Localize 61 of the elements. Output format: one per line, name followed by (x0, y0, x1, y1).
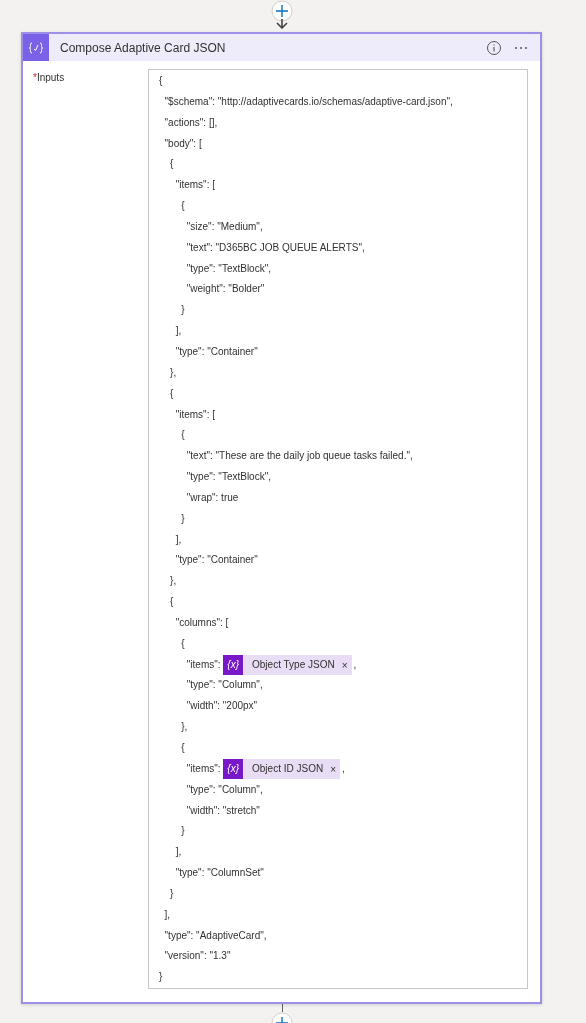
variable-icon: {x} (223, 655, 244, 676)
token-chip[interactable]: {x} Object Type JSON × (223, 655, 352, 676)
code-line: "weight": "Bolder" (185, 282, 266, 297)
code-line: "items": [ (174, 407, 216, 422)
code-line: "type": "Container" (174, 553, 259, 568)
code-line: { (180, 636, 186, 651)
code-line: { (180, 428, 186, 443)
code-line: { (169, 157, 175, 172)
code-editor[interactable] (148, 69, 528, 990)
arrow-icon (275, 19, 289, 29)
code-line: } (159, 970, 164, 985)
code-line: "size": "Medium", (185, 219, 264, 234)
code-line: "version": "1.3" (163, 949, 232, 964)
code-line: "items": [ (174, 178, 216, 193)
code-line: } (180, 303, 186, 318)
code-line: "items": (185, 761, 222, 776)
code-line: "text": "D365BC JOB QUEUE ALERTS", (185, 240, 366, 255)
code-line: "width": "200px" (185, 699, 259, 714)
code-line: "actions": [], (163, 115, 219, 130)
code-line: "type": "TextBlock", (185, 261, 272, 276)
code-line: "type": "ColumnSet" (174, 866, 265, 881)
code-line: }, (169, 365, 178, 380)
remove-button[interactable]: × (337, 659, 352, 671)
code-line: { (169, 386, 175, 401)
code-line: "columns": [ (174, 615, 230, 630)
code-line: } (180, 511, 186, 526)
code-line: "type": "TextBlock", (185, 470, 272, 485)
variable-icon: {x} (223, 759, 244, 780)
code-line: "wrap": true (185, 490, 240, 505)
code-line: "body": [ (163, 136, 203, 151)
code-line: "$schema": "http://adaptivecards.io/schemas/adaptive-card.json", (163, 94, 454, 109)
code-line: { (180, 199, 186, 214)
card-header[interactable]: Compose Adaptive Card JSON (23, 34, 540, 61)
token-chip[interactable]: {x} Object ID JSON × (223, 759, 340, 780)
code-line: }, (169, 574, 178, 589)
code-line: ], (174, 845, 183, 860)
code-line: } (169, 886, 175, 901)
code-line: , (342, 761, 345, 776)
code-line: } (180, 824, 186, 839)
code-line: ], (174, 532, 183, 547)
remove-button[interactable]: × (326, 763, 340, 775)
code-line: { (159, 74, 164, 88)
code-line: "type": "Container" (174, 344, 259, 359)
code-line: "text": "These are the daily job queue tasks failed.", (185, 449, 414, 464)
token-label: Object ID JSON (251, 761, 325, 776)
code-line: "type": "Column", (185, 678, 264, 693)
add-step-icon[interactable] (271, 0, 293, 22)
code-line: , (353, 657, 357, 672)
token-label: Object Type JSON (251, 657, 336, 672)
code-line: { (169, 595, 175, 610)
info-icon[interactable] (486, 39, 502, 56)
code-line: "items": (185, 657, 222, 672)
field-label: *Inputs (33, 71, 66, 85)
code-line: ], (163, 907, 172, 922)
code-line: "width": "stretch" (185, 803, 261, 818)
code-line: }, (180, 720, 189, 735)
code-line: "type": "Column", (185, 782, 264, 797)
code-line: "type": "AdaptiveCard", (163, 928, 268, 943)
code-line: ], (174, 324, 183, 339)
card-title: Compose Adaptive Card JSON (60, 40, 227, 55)
code-line: { (180, 741, 186, 755)
